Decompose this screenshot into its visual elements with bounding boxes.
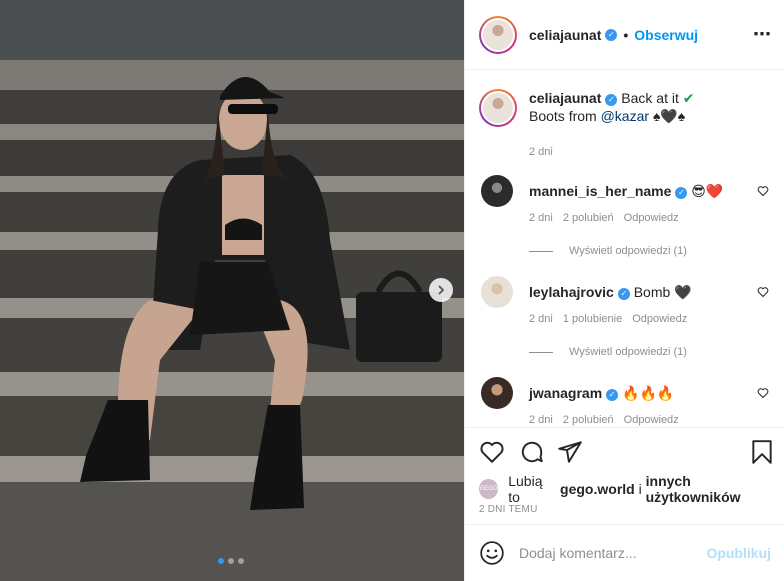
heart-outline-icon[interactable] xyxy=(757,185,769,197)
liker-username[interactable]: gego.world xyxy=(560,481,635,497)
likes-middle: i xyxy=(638,481,642,497)
heart-outline-icon[interactable] xyxy=(757,286,769,298)
comment-time[interactable]: 2 dni xyxy=(529,313,553,325)
carousel-dot xyxy=(228,558,234,564)
comment-avatar[interactable] xyxy=(481,175,513,207)
post-caption: celiajaunat ✓ Back at it ✔ Boots from @ka… xyxy=(479,89,694,161)
comment-avatar[interactable] xyxy=(481,276,513,308)
comment-meta: 2 dni 2 polubień Odpowiedz xyxy=(529,212,679,224)
comment-bubble-icon[interactable] xyxy=(519,439,545,465)
separator-dot: • xyxy=(623,26,629,43)
carousel-dot xyxy=(238,558,244,564)
comment-text: 😎❤️ xyxy=(691,183,724,199)
post-photo[interactable] xyxy=(0,0,464,581)
author-avatar[interactable] xyxy=(479,15,517,54)
action-bar xyxy=(465,427,784,477)
caption-line2: Boots from xyxy=(529,108,597,124)
view-replies-button[interactable]: Wyświetl odpowiedzi (1) xyxy=(529,245,687,257)
reply-button[interactable]: Odpowiedz xyxy=(624,212,679,224)
caption-text: Back at it xyxy=(621,90,679,106)
view-replies-button[interactable]: Wyświetl odpowiedzi (1) xyxy=(529,346,687,358)
caption-text-block: celiajaunat ✓ Back at it ✔ Boots from @ka… xyxy=(529,89,694,161)
caption-emoji: ♠🖤♠ xyxy=(652,108,686,124)
caption-mention-link[interactable]: @kazar xyxy=(601,108,649,124)
comments-list[interactable]: celiajaunat ✓ Back at it ✔ Boots from @ka… xyxy=(465,71,784,427)
comment-text: Bomb 🖤 xyxy=(633,284,692,300)
verified-badge-icon: ✓ xyxy=(605,94,618,106)
post-details-pane: celiajaunat ✓ • Obserwuj ⋯ celiajaunat ✓ … xyxy=(464,0,784,581)
comment-username[interactable]: mannei_is_her_name xyxy=(529,183,671,199)
comment-meta: 2 dni 2 polubień Odpowiedz xyxy=(529,414,679,426)
verified-badge-icon: ✓ xyxy=(606,389,619,401)
comment-text: 🔥🔥🔥 xyxy=(622,385,675,401)
likes-others-link[interactable]: innych użytkowników xyxy=(646,473,784,505)
publish-button[interactable]: Opublikuj xyxy=(706,545,771,561)
carousel-indicator xyxy=(218,558,244,564)
comment-username[interactable]: leylahajrovic xyxy=(529,284,614,300)
comment-body: jwanagram ✓ 🔥🔥🔥 xyxy=(529,385,749,402)
author-username[interactable]: celiajaunat xyxy=(529,27,601,43)
carousel-dot xyxy=(218,558,224,564)
comment-likes[interactable]: 2 polubień xyxy=(563,414,614,426)
save-bookmark-icon[interactable] xyxy=(751,439,773,465)
comment-username[interactable]: jwanagram xyxy=(529,385,602,401)
instagram-post-modal: celiajaunat ✓ • Obserwuj ⋯ celiajaunat ✓ … xyxy=(0,0,784,581)
comment-likes[interactable]: 1 polubienie xyxy=(563,313,622,325)
comment-time[interactable]: 2 dni xyxy=(529,212,553,224)
reply-button[interactable]: Odpowiedz xyxy=(624,414,679,426)
comment-meta: 2 dni 1 polubienie Odpowiedz xyxy=(529,313,687,325)
heart-outline-icon[interactable] xyxy=(757,387,769,399)
photo-illustration xyxy=(0,0,464,581)
verified-badge-icon: ✓ xyxy=(675,187,688,199)
caption-time: 2 dni xyxy=(529,146,553,158)
comment-body: mannei_is_her_name ✓ 😎❤️ xyxy=(529,183,749,200)
reply-button[interactable]: Odpowiedz xyxy=(632,313,687,325)
likes-prefix: Lubią to xyxy=(508,473,543,505)
liker-avatar[interactable]: GEGO xyxy=(479,479,499,499)
comment-time[interactable]: 2 dni xyxy=(529,414,553,426)
more-options-icon[interactable]: ⋯ xyxy=(753,24,772,45)
comment-avatar[interactable] xyxy=(481,377,513,409)
header-user-row: celiajaunat ✓ • Obserwuj xyxy=(529,27,698,43)
follow-button[interactable]: Obserwuj xyxy=(634,27,698,43)
comment-input[interactable] xyxy=(519,545,707,561)
emoji-smiley-icon[interactable] xyxy=(479,540,505,566)
verified-badge-icon: ✓ xyxy=(617,288,630,300)
next-photo-button[interactable] xyxy=(429,278,453,302)
chevron-right-icon xyxy=(438,285,445,295)
view-replies-label: Wyświetl odpowiedzi (1) xyxy=(569,346,687,358)
comment-body: leylahajrovic ✓ Bomb 🖤 xyxy=(529,284,749,301)
post-timestamp[interactable]: 2 DNI TEMU xyxy=(479,504,538,515)
caption-avatar[interactable] xyxy=(479,89,517,127)
caption-username[interactable]: celiajaunat xyxy=(529,90,601,106)
like-heart-icon[interactable] xyxy=(479,439,505,465)
likes-summary: GEGO Lubią to gego.world i innych użytko… xyxy=(479,473,784,505)
check-mark-icon: ✔ xyxy=(682,90,695,106)
post-header: celiajaunat ✓ • Obserwuj ⋯ xyxy=(465,0,784,70)
share-paper-plane-icon[interactable] xyxy=(557,439,583,465)
view-replies-label: Wyświetl odpowiedzi (1) xyxy=(569,245,687,257)
comment-likes[interactable]: 2 polubień xyxy=(563,212,614,224)
verified-badge-icon: ✓ xyxy=(605,28,618,41)
add-comment-bar: Opublikuj xyxy=(465,524,784,581)
